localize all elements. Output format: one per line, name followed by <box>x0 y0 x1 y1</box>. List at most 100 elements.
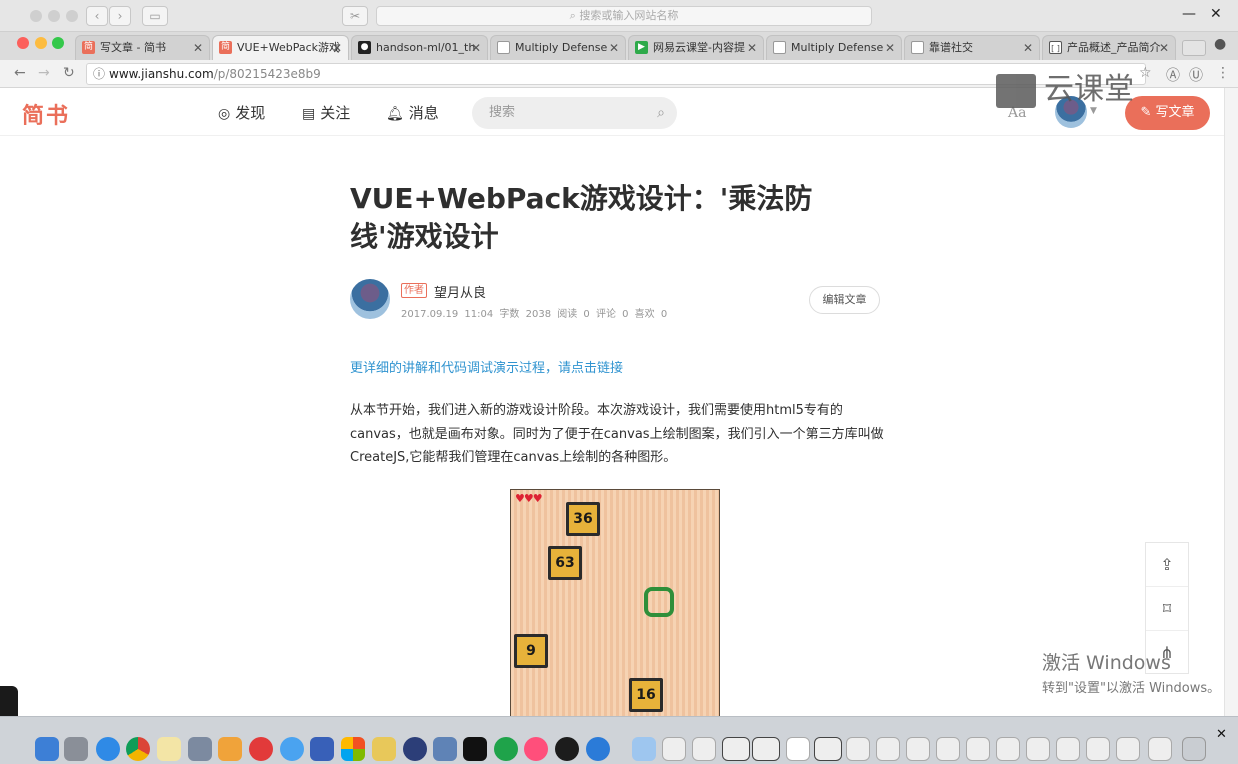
info-icon[interactable]: ⓘ <box>93 64 105 84</box>
doc-thumb-icon[interactable] <box>662 737 686 761</box>
tab-close-icon[interactable]: ✕ <box>471 36 481 60</box>
number-block: 16 <box>629 678 663 712</box>
doc-thumb-icon[interactable] <box>996 737 1020 761</box>
folder-icon[interactable] <box>372 737 396 761</box>
window-thumb-icon[interactable] <box>752 737 780 761</box>
terminal-icon[interactable] <box>463 737 487 761</box>
doc-thumb-icon[interactable] <box>786 737 810 761</box>
tab-close-icon[interactable]: ✕ <box>1159 36 1169 60</box>
sync-icon[interactable] <box>494 737 518 761</box>
outer-sidebar-icon[interactable]: ▭ <box>142 6 168 26</box>
tab-close-icon[interactable]: ✕ <box>193 36 203 60</box>
outer-minimize-dot[interactable] <box>48 10 60 22</box>
new-tab-button[interactable] <box>1182 40 1206 56</box>
finder-icon[interactable] <box>35 737 59 761</box>
author-avatar[interactable] <box>350 279 390 319</box>
reload-icon[interactable]: ↻ <box>63 65 75 81</box>
outer-search-field[interactable]: ⌕ 搜索或输入网站名称 <box>376 6 872 26</box>
profile-icon[interactable]: ● <box>1214 36 1226 52</box>
write-article-button[interactable]: ✎ 写文章 <box>1125 96 1210 130</box>
tab-2[interactable]: ● handson-ml/01_th ✕ <box>351 35 488 60</box>
site-search-input[interactable]: 搜索 ⌕ <box>472 97 677 129</box>
address-bar[interactable]: ⓘ www.jianshu.com/p/80215423e8b9 <box>86 63 1146 85</box>
detail-link[interactable]: 更详细的讲解和代码调试演示过程，请点击链接 <box>350 357 623 376</box>
doc-thumb-icon[interactable] <box>1026 737 1050 761</box>
tab-6[interactable]: 靠谱社交 ✕ <box>904 35 1040 60</box>
window-thumb-icon[interactable] <box>814 737 842 761</box>
extension-u-icon[interactable]: Ⓤ <box>1189 65 1203 85</box>
extension-a-icon[interactable]: Ⓐ <box>1166 65 1180 85</box>
doc-thumb-icon[interactable] <box>846 737 870 761</box>
safari-icon[interactable] <box>96 737 120 761</box>
lives-hearts: ♥♥♥ <box>515 492 543 505</box>
window-close-icon[interactable]: ✕ <box>1210 6 1222 22</box>
tab-7[interactable]: [ ] 产品概述_产品简介 ✕ <box>1042 35 1176 60</box>
virtualbox-icon[interactable] <box>433 737 457 761</box>
app-store-icon[interactable] <box>280 737 304 761</box>
window-thumb-icon[interactable] <box>722 737 750 761</box>
chrome-icon[interactable] <box>126 737 150 761</box>
doc-thumb-icon[interactable] <box>692 737 716 761</box>
edit-article-button[interactable]: 编辑文章 <box>809 286 880 314</box>
site-logo[interactable]: 简书 <box>22 98 70 130</box>
nav-messages[interactable]: 🔔︎ 消息 <box>386 102 439 123</box>
doc-thumb-icon[interactable] <box>906 737 930 761</box>
tab-1[interactable]: 简 VUE+WebPack游戏 ✕ <box>212 35 349 60</box>
doc-thumb-icon[interactable] <box>936 737 960 761</box>
outer-forward-icon[interactable]: › <box>109 6 131 26</box>
chrome-close-dot[interactable] <box>17 37 29 49</box>
qq-icon[interactable] <box>555 737 579 761</box>
doc-thumb-icon[interactable] <box>1148 737 1172 761</box>
number-block: 63 <box>548 546 582 580</box>
outer-zoom-dot[interactable] <box>66 10 78 22</box>
tab-0[interactable]: 简 写文章 - 简书 ✕ <box>75 35 210 60</box>
eclipse-icon[interactable] <box>403 737 427 761</box>
music-icon[interactable] <box>524 737 548 761</box>
document-icon <box>773 41 786 54</box>
quicktime-icon[interactable] <box>586 737 610 761</box>
bookmark-star-icon[interactable]: ☆ <box>1139 65 1152 81</box>
chrome-minimize-dot[interactable] <box>35 37 47 49</box>
page-scrollbar[interactable] <box>1224 88 1238 716</box>
tab-3[interactable]: Multiply Defense ✕ <box>490 35 626 60</box>
share-upload-icon[interactable]: ⇪ <box>1146 543 1188 587</box>
tab-close-icon[interactable]: ✕ <box>747 36 757 60</box>
launchpad-icon[interactable] <box>64 737 88 761</box>
author-name[interactable]: 望月从良 <box>434 282 486 301</box>
remote-desktop-icon[interactable] <box>310 737 334 761</box>
outer-tools-icon[interactable]: ✂ <box>342 6 368 26</box>
article-meta: 2017.09.19 11:04 字数 2038 阅读 0 评论 0 喜欢 0 <box>401 309 668 320</box>
outer-window-titlebar: ‹ › ▭ ✂ ⌕ 搜索或输入网站名称 — ✕ <box>0 0 1238 32</box>
outer-close-dot[interactable] <box>30 10 42 22</box>
notes-icon[interactable] <box>157 737 181 761</box>
tab-close-icon[interactable]: ✕ <box>609 36 619 60</box>
doc-thumb-icon[interactable] <box>1086 737 1110 761</box>
outer-back-icon[interactable]: ‹ <box>86 6 108 26</box>
back-icon[interactable]: ← <box>14 65 26 81</box>
search-icon[interactable]: ⌕ <box>657 97 665 129</box>
windows-icon[interactable] <box>341 737 365 761</box>
tab-close-icon[interactable]: ✕ <box>332 36 342 60</box>
nav-discover[interactable]: ◎ 发现 <box>218 102 265 123</box>
tab-close-icon[interactable]: ✕ <box>1023 36 1033 60</box>
doc-thumb-icon[interactable] <box>966 737 990 761</box>
window-minimize-icon[interactable]: — <box>1182 6 1196 22</box>
trash-icon[interactable] <box>1182 737 1206 761</box>
doc-thumb-icon[interactable] <box>1056 737 1080 761</box>
forward-icon[interactable]: → <box>38 65 50 81</box>
tab-favicon: 简 <box>219 41 232 54</box>
menu-dots-icon[interactable]: ⋮ <box>1216 65 1230 81</box>
tab-close-icon[interactable]: ✕ <box>885 36 895 60</box>
sublime-icon[interactable] <box>218 737 242 761</box>
downloads-stack-icon[interactable] <box>632 737 656 761</box>
nav-follow[interactable]: ▤ 关注 <box>302 102 350 123</box>
tab-4[interactable]: ▶ 网易云课堂-内容提 ✕ <box>628 35 764 60</box>
pokeball-icon[interactable] <box>249 737 273 761</box>
doc-thumb-icon[interactable] <box>1116 737 1140 761</box>
tab-5[interactable]: Multiply Defense ✕ <box>766 35 902 60</box>
dock-close-icon[interactable]: ✕ <box>1216 727 1227 742</box>
chrome-zoom-dot[interactable] <box>52 37 64 49</box>
preview-icon[interactable] <box>188 737 212 761</box>
doc-thumb-icon[interactable] <box>876 737 900 761</box>
bookmark-icon[interactable]: ⌑ <box>1146 587 1188 631</box>
